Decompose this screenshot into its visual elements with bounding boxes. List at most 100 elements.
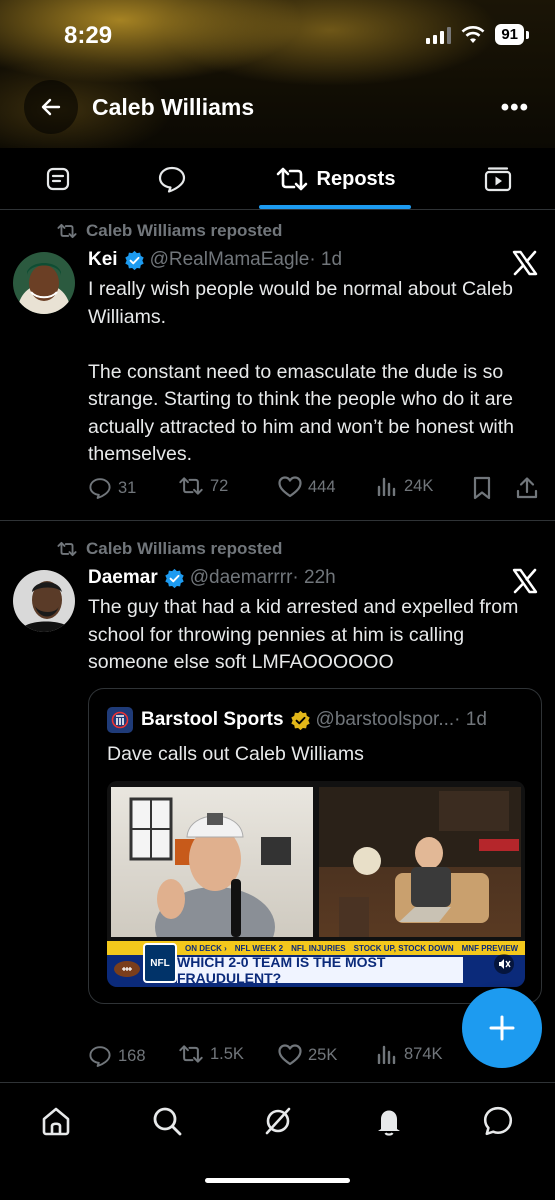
reply-icon: [89, 1046, 111, 1067]
video-panel-right: [319, 787, 521, 937]
ticker-item: NFL WEEK 2: [234, 943, 284, 953]
heart-icon: [278, 476, 302, 498]
ticker-item: NFL INJURIES: [291, 943, 346, 953]
bell-icon: [378, 1110, 400, 1136]
repost-button[interactable]: 1.5K: [178, 1044, 244, 1064]
ticker-item: MNF PREVIEW: [461, 943, 519, 953]
back-button[interactable]: [24, 80, 78, 134]
tab-articles[interactable]: [30, 148, 86, 210]
nav-grok[interactable]: [258, 1101, 298, 1141]
article-icon: [46, 167, 70, 191]
views-button[interactable]: 874K: [376, 1044, 443, 1064]
wifi-icon: [461, 25, 485, 43]
like-button[interactable]: 25K: [278, 1044, 337, 1066]
author-row: Kei @RealMamaEagle · 1d: [88, 249, 342, 271]
home-indicator: [205, 1178, 350, 1183]
reply-count: 168: [118, 1046, 146, 1065]
more-options-button[interactable]: •••: [501, 94, 529, 122]
post-actions: 31 72 444 24K: [88, 476, 544, 504]
mute-icon[interactable]: [493, 953, 515, 975]
like-count: 25K: [308, 1045, 338, 1064]
nav-search[interactable]: [147, 1101, 187, 1141]
avatar-image: [13, 570, 75, 632]
ticker-item: ON DECK ›: [185, 943, 227, 953]
author-name[interactable]: Daemar: [88, 567, 158, 589]
quoted-author-name: Barstool Sports: [141, 709, 284, 730]
author-name[interactable]: Kei: [88, 249, 118, 271]
like-count: 444: [308, 477, 336, 496]
grok-icon: [265, 1107, 291, 1135]
profile-name-title: Caleb Williams: [92, 94, 255, 120]
author-row: Daemar @daemarrrr · 22h: [88, 567, 336, 589]
repost-label: Caleb Williams reposted: [86, 221, 283, 240]
tab-replies[interactable]: [144, 148, 200, 210]
status-time: 8:29: [64, 22, 113, 49]
nav-notifications[interactable]: [369, 1101, 409, 1141]
reply-icon: [89, 478, 111, 499]
bar-chart-icon: [377, 1045, 396, 1064]
repost-count: 72: [210, 476, 229, 495]
quoted-author-row: Barstool Sports @barstoolspor... · 1d: [107, 707, 487, 733]
quoted-video-thumbnail[interactable]: ON DECK › NFL WEEK 2 NFL INJURIES STOCK …: [107, 781, 525, 987]
verified-badge-icon: [164, 568, 185, 589]
tab-reposts-label: Reposts: [316, 167, 396, 190]
tab-media[interactable]: [470, 148, 526, 210]
bookmark-button[interactable]: [472, 476, 492, 500]
profile-tabs: Reposts: [0, 148, 555, 210]
bar-chart-icon: [377, 477, 396, 496]
share-icon: [516, 477, 538, 499]
quoted-post-time: · 1d: [454, 709, 487, 730]
bookmark-icon: [473, 476, 491, 500]
video-icon: [484, 167, 512, 192]
chat-bubble-icon: [158, 166, 186, 193]
avatar[interactable]: [13, 252, 75, 314]
avatar-image: [13, 252, 75, 314]
heart-icon: [278, 1044, 302, 1066]
author-handle[interactable]: @daemarrrr: [190, 567, 293, 589]
search-icon: [153, 1107, 182, 1136]
post-text: The guy that had a kid arrested and expe…: [88, 596, 519, 673]
plus-icon: [489, 1015, 515, 1041]
tab-reposts[interactable]: Reposts: [262, 148, 408, 210]
repost-count: 1.5K: [210, 1044, 244, 1063]
share-button[interactable]: [516, 476, 538, 500]
ticker-headline: WHICH 2-0 TEAM IS THE MOST FRAUDULENT?: [177, 954, 463, 986]
active-tab-indicator: [259, 205, 411, 209]
reply-button[interactable]: 31: [88, 476, 136, 500]
repost-icon: [179, 477, 203, 495]
message-icon: [483, 1106, 513, 1136]
arrow-left-icon: [41, 98, 61, 116]
nav-home[interactable]: [36, 1101, 76, 1141]
cellular-signal-icon: [426, 26, 452, 44]
repost-indicator: Caleb Williams reposted: [56, 539, 282, 559]
repost-icon: [57, 541, 77, 557]
verified-gold-badge-icon: [290, 710, 311, 731]
like-button[interactable]: 444: [278, 476, 336, 498]
barstool-logo-icon: [107, 707, 133, 733]
quoted-post-text: Dave calls out Caleb Williams: [107, 743, 364, 765]
repost-icon: [179, 1045, 203, 1063]
quoted-author-handle: @barstoolspor...: [315, 709, 455, 730]
author-handle[interactable]: @RealMamaEagle: [150, 249, 310, 271]
ticker-item: STOCK UP, STOCK DOWN: [353, 943, 454, 953]
battery-level: 91: [495, 24, 524, 45]
repost-label: Caleb Williams reposted: [86, 539, 283, 558]
post-time: · 22h: [292, 567, 336, 588]
nfl-logo-icon: NFL: [143, 943, 177, 983]
views-button[interactable]: 24K: [376, 476, 433, 496]
avatar[interactable]: [13, 570, 75, 632]
video-ticker: ON DECK › NFL WEEK 2 NFL INJURIES STOCK …: [107, 941, 525, 987]
quoted-post[interactable]: Barstool Sports @barstoolspor... · 1d Da…: [88, 688, 542, 1004]
football-icon: [114, 961, 140, 977]
repost-button[interactable]: 72: [178, 476, 228, 496]
nav-messages[interactable]: [478, 1101, 518, 1141]
compose-post-button[interactable]: [462, 988, 542, 1068]
repost-icon: [57, 223, 77, 239]
verified-badge-icon: [124, 250, 145, 271]
reply-count: 31: [118, 478, 137, 497]
status-icons: 91: [426, 24, 529, 45]
reply-button[interactable]: 168: [88, 1044, 146, 1068]
post-divider: [0, 520, 555, 521]
video-panel-left: [111, 787, 313, 967]
battery-indicator: 91: [495, 24, 529, 45]
